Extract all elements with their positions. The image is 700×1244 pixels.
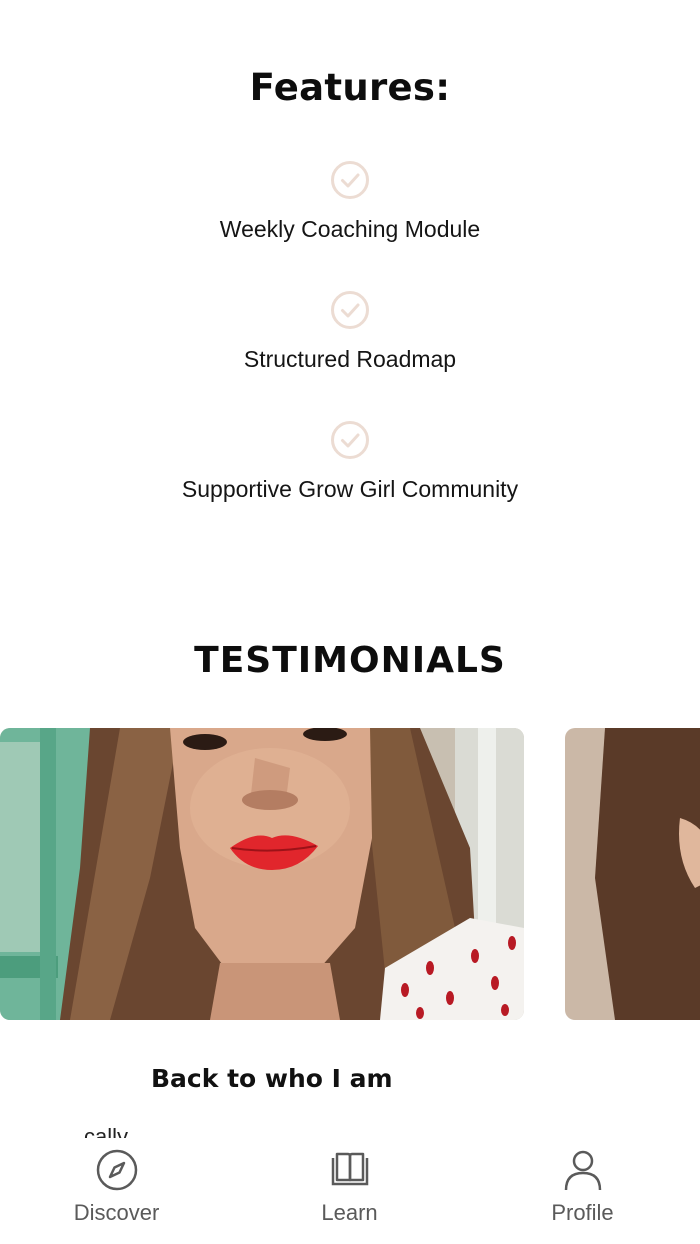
tab-label: Learn bbox=[321, 1200, 378, 1225]
feature-label: Supportive Grow Girl Community bbox=[181, 476, 519, 502]
check-circle-icon bbox=[331, 291, 369, 329]
features-title: Features: bbox=[249, 66, 451, 109]
testimonial-snippet: cally bbox=[84, 1124, 129, 1138]
check-circle-icon bbox=[331, 421, 369, 459]
tab-label: Discover bbox=[73, 1200, 160, 1225]
feature-item: Weekly Coaching Module bbox=[0, 160, 700, 243]
testimonials-carousel[interactable]: Back to who I am cally bbox=[0, 728, 700, 1138]
compass-icon bbox=[96, 1149, 137, 1191]
person-icon bbox=[564, 1150, 601, 1191]
testimonial-photo-image bbox=[565, 728, 700, 1020]
tab-label: Profile bbox=[551, 1200, 614, 1225]
feature-label: Weekly Coaching Module bbox=[219, 216, 481, 242]
testimonial-photo[interactable] bbox=[0, 728, 524, 1020]
testimonial-photo[interactable] bbox=[565, 728, 700, 1020]
check-circle-icon bbox=[331, 161, 369, 199]
feature-item: Supportive Grow Girl Community bbox=[0, 420, 700, 503]
tab-learn[interactable]: Learn bbox=[233, 1138, 466, 1244]
bottom-tab-bar: Discover Learn Profile bbox=[0, 1138, 700, 1244]
tab-profile[interactable]: Profile bbox=[466, 1138, 699, 1244]
tab-discover[interactable]: Discover bbox=[0, 1138, 233, 1244]
testimonial-photo-image bbox=[0, 728, 524, 1020]
feature-label: Structured Roadmap bbox=[243, 346, 457, 372]
testimonial-title: Back to who I am bbox=[151, 1064, 393, 1093]
testimonials-title: TESTIMONIALS bbox=[194, 640, 506, 681]
feature-item: Structured Roadmap bbox=[0, 290, 700, 373]
book-icon bbox=[331, 1152, 368, 1186]
